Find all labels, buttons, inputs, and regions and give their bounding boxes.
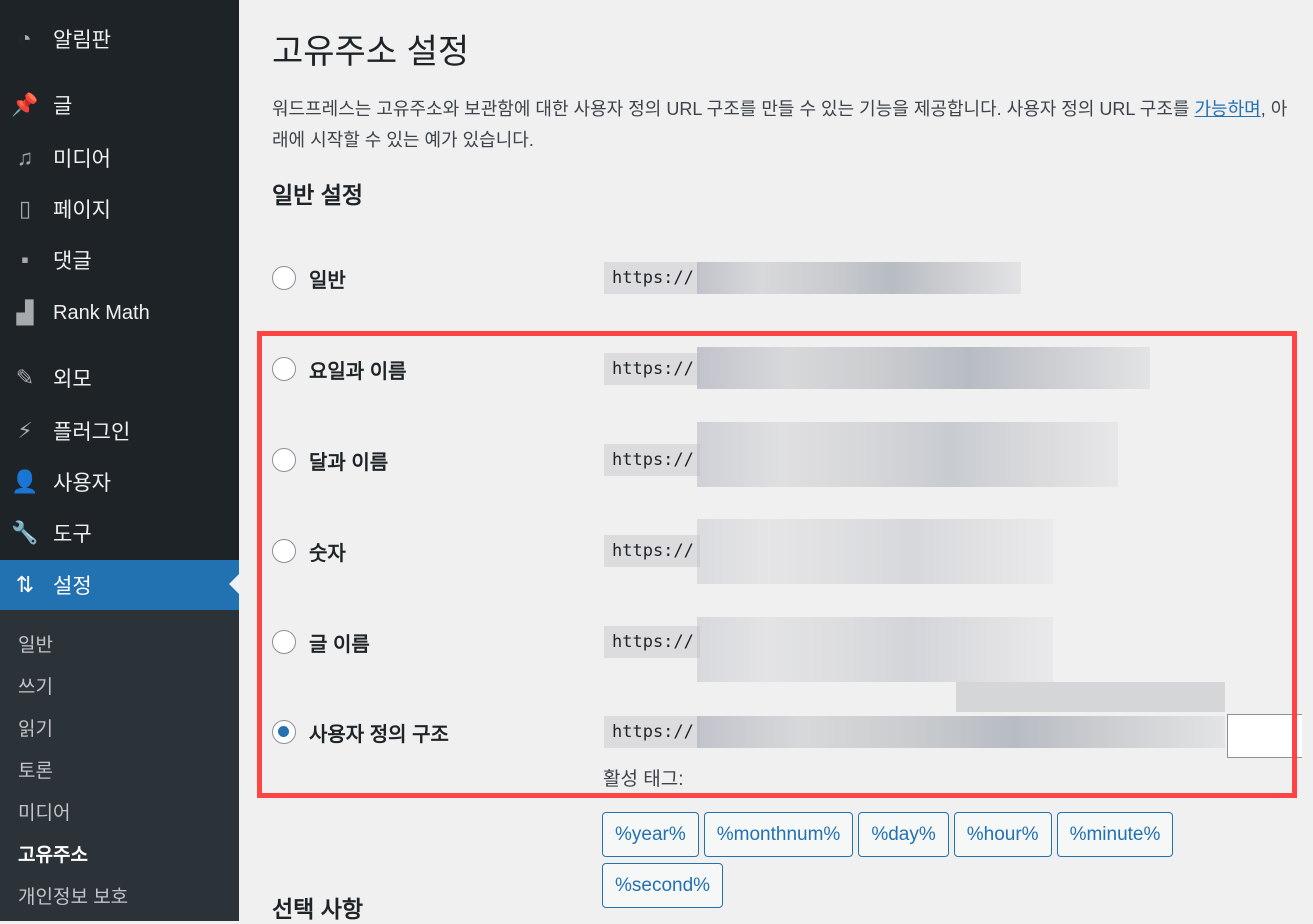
blurred-url <box>697 617 1053 682</box>
radio-post-name[interactable] <box>272 630 296 654</box>
menu-settings[interactable]: ⇅ 설정 <box>0 560 239 610</box>
menu-users[interactable]: 👤 사용자 <box>0 458 239 506</box>
pages-icon: ▯ <box>18 196 32 221</box>
option-numeric: 숫자 https:// <box>272 519 1302 584</box>
blurred-url <box>697 262 1021 294</box>
blurred-url <box>697 347 1150 389</box>
user-icon: 👤 <box>11 469 39 494</box>
url-prefix: https:// <box>604 716 700 748</box>
tag-buttons: %year% %monthnum% %day% %hour% %minute% %seco… <box>602 812 1302 914</box>
brush-icon: ✎ <box>15 365 35 390</box>
blurred-url <box>697 716 1225 748</box>
menu-plugins[interactable]: ⚡ 플러그인 <box>0 407 239 455</box>
url-prefix: https:// <box>604 262 700 294</box>
menu-posts[interactable]: 📌 글 <box>0 81 239 129</box>
settings-icon: ⇅ <box>15 572 35 597</box>
page-description: 워드프레스는 고유주소와 보관함에 대한 사용자 정의 URL 구조를 만들 수… <box>272 99 1288 150</box>
url-prefix: https:// <box>604 626 700 658</box>
radio-numeric[interactable] <box>272 539 296 563</box>
rank-math-icon: ▟ <box>16 300 34 325</box>
active-tags-label: 활성 태그: <box>603 769 684 790</box>
url-prefix: https:// <box>604 444 700 476</box>
option-month-name: 달과 이름 https:// <box>272 422 1302 487</box>
optional-heading: 선택 사항 <box>272 896 364 922</box>
menu-dashboard[interactable]: ◔ 알림판 <box>0 15 239 63</box>
url-prefix: https:// <box>604 353 700 385</box>
submenu-writing[interactable]: 쓰기 <box>18 672 53 699</box>
radio-custom[interactable] <box>272 720 296 744</box>
blurred-url <box>697 519 1053 584</box>
page-title: 고유주소 설정 <box>272 33 470 71</box>
option-day-name: 요일과 이름 https:// <box>272 347 1302 389</box>
option-custom: 사용자 정의 구조 https:// 활성 태그: <box>272 682 1302 790</box>
tag-hour[interactable]: %hour% <box>953 812 1052 857</box>
section-heading: 일반 설정 <box>272 182 364 208</box>
wrench-icon: 🔧 <box>11 520 39 545</box>
tag-monthnum[interactable]: %monthnum% <box>703 812 854 857</box>
submenu-discussion[interactable]: 토론 <box>18 756 53 783</box>
tag-minute[interactable]: %minute% <box>1056 812 1174 857</box>
menu-appearance[interactable]: ✎ 외모 <box>0 354 239 402</box>
option-post-name: 글 이름 https:// <box>272 617 1302 682</box>
custom-structure-input[interactable] <box>1227 714 1302 758</box>
media-icon: ♫ <box>16 145 34 170</box>
tag-day[interactable]: %day% <box>858 812 949 857</box>
main-content: 고유주소 설정 워드프레스는 고유주소와 보관함에 대한 사용자 정의 URL … <box>272 0 1308 922</box>
submenu-permalinks[interactable]: 고유주소 <box>18 840 88 867</box>
menu-media[interactable]: ♫ 미디어 <box>0 134 239 182</box>
menu-pages[interactable]: ▯ 페이지 <box>0 185 239 233</box>
radio-plain[interactable] <box>272 266 296 290</box>
blurred-url <box>956 682 1225 712</box>
option-plain: 일반 https:// <box>272 262 1302 294</box>
settings-submenu: 일반 쓰기 읽기 토론 미디어 고유주소 개인정보 보호 <box>0 610 239 921</box>
dashboard-icon: ◔ <box>18 26 32 51</box>
submenu-reading[interactable]: 읽기 <box>18 714 53 741</box>
submenu-privacy[interactable]: 개인정보 보호 <box>18 882 128 909</box>
url-prefix: https:// <box>604 535 700 567</box>
comment-icon: ▪ <box>21 247 29 272</box>
radio-month-name[interactable] <box>272 448 296 472</box>
desc-link[interactable]: 가능하며 <box>1194 99 1260 119</box>
blurred-url <box>697 422 1118 487</box>
tag-year[interactable]: %year% <box>602 812 699 857</box>
submenu-media[interactable]: 미디어 <box>18 798 70 825</box>
menu-tools[interactable]: 🔧 도구 <box>0 509 239 557</box>
menu-comments[interactable]: ▪ 댓글 <box>0 236 239 284</box>
pin-icon: 📌 <box>11 92 39 117</box>
admin-sidebar: ◔ 알림판 📌 글 ♫ 미디어 ▯ 페이지 ▪ 댓글 ▟ Rank Math ✎ 외모 ⚡ 플러… <box>0 0 239 921</box>
plugin-icon: ⚡ <box>17 418 33 443</box>
tag-second[interactable]: %second% <box>602 863 724 908</box>
submenu-general[interactable]: 일반 <box>18 630 53 657</box>
menu-rank-math[interactable]: ▟ Rank Math <box>0 289 239 337</box>
radio-day-name[interactable] <box>272 357 296 381</box>
